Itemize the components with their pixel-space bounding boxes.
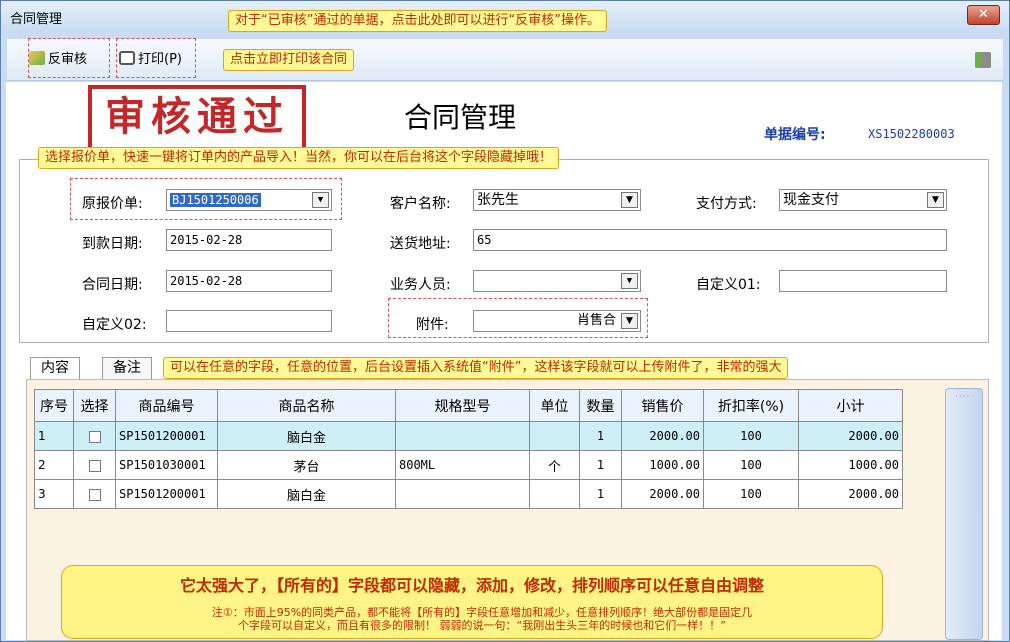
table-row[interactable]: 1 SP1501200001 脑白金 1 2000.00 100 2000.00 [34, 421, 903, 451]
customer-select[interactable]: 张先生 ▼ [473, 189, 641, 211]
payment-value: 现金支付 [783, 192, 839, 208]
cell-name: 茅台 [217, 450, 396, 480]
cell-subtotal: 2000.00 [798, 479, 903, 509]
cell-unit [529, 421, 580, 451]
feature-note: 它太强大了，【所有的】字段都可以隐藏，添加，修改，排列顺序可以任意自由调整 注①… [61, 565, 883, 639]
quote-value: BJ1501250006 [170, 193, 261, 207]
attachment-field[interactable]: 肖售合 ▼ [473, 310, 641, 332]
cell-spec [395, 421, 530, 451]
cell-unit [529, 479, 580, 509]
cell-unit: 个 [529, 450, 580, 480]
cell-discount: 100 [703, 450, 799, 480]
window-title: 合同管理 [10, 12, 63, 27]
cell-qty: 1 [579, 450, 622, 480]
col-header-unit[interactable]: 单位 [529, 389, 580, 422]
quote-select[interactable]: BJ1501250006 ▼ [166, 189, 332, 211]
table-row[interactable]: 3 SP1501200001 脑白金 1 2000.00 100 2000.00 [34, 479, 903, 509]
unreview-callout: 对于“已审核”通过的单据，点击此处即可以进行“反审核”操作。 [228, 10, 607, 32]
address-label: 送货地址: [390, 236, 451, 252]
page-title: 合同管理 [404, 101, 517, 134]
col-header-subtotal[interactable]: 小计 [798, 389, 903, 422]
exit-icon[interactable] [975, 52, 991, 68]
feature-note-line2: 个字段可以自定义，而且有很多的限制！ 弱弱的说一句：“我刚出生头三年的时候也和它… [238, 619, 726, 632]
cell-discount: 100 [703, 421, 799, 451]
quote-callout: 选择报价单，快速一键将订单内的产品导入！当然，你可以在后台将这个字段隐藏掉哦！ [38, 147, 560, 169]
col-header-discount[interactable]: 折扣率(%) [703, 389, 799, 422]
vertical-scrollbar[interactable]: ···· [945, 388, 983, 640]
contract-date-label: 合同日期: [82, 277, 143, 293]
chevron-down-icon[interactable]: ▼ [621, 192, 638, 208]
address-field[interactable]: 65 [473, 229, 947, 251]
print-highlight [116, 38, 196, 78]
col-header-select[interactable]: 选择 [73, 389, 116, 422]
custom02-label: 自定义02: [82, 317, 147, 333]
due-date-label: 到款日期: [82, 236, 143, 252]
cell-discount: 100 [703, 479, 799, 509]
cell-spec [395, 479, 530, 509]
contract-date-field[interactable]: 2015-02-28 [166, 270, 332, 292]
cell-price: 1000.00 [621, 450, 704, 480]
col-header-spec[interactable]: 规格型号 [395, 389, 530, 422]
scroll-grip[interactable]: ···· [955, 392, 970, 402]
checkbox-icon[interactable] [88, 459, 101, 472]
cell-no: 3 [34, 479, 74, 509]
table-row[interactable]: 2 SP1501030001 茅台 800ML 个 1 1000.00 100 … [34, 450, 903, 480]
cell-subtotal: 2000.00 [798, 421, 903, 451]
feature-note-title: 它太强大了，【所有的】字段都可以隐藏，添加，修改，排列顺序可以任意自由调整 [179, 576, 764, 595]
quote-label: 原报价单: [82, 196, 143, 212]
cell-code: SP1501200001 [115, 421, 218, 451]
col-header-code[interactable]: 商品编号 [115, 389, 218, 422]
feature-note-line1: 注①：市面上95%的同类产品，都不能将【所有的】字段任意增加和减少，任意排列顺序… [211, 606, 753, 619]
product-table: 序号 选择 商品编号 商品名称 规格型号 单位 数量 销售价 折扣率(%) 小计… [34, 389, 903, 509]
doc-number-label: 单据编号: [764, 127, 826, 143]
tab-remarks[interactable]: 备注 [102, 357, 152, 379]
row-checkbox[interactable] [73, 450, 116, 480]
unreview-highlight [28, 38, 110, 78]
cell-spec: 800ML [395, 450, 530, 480]
print-callout: 点击立即打印该合同 [223, 49, 355, 71]
col-header-price[interactable]: 销售价 [621, 389, 704, 422]
custom01-field[interactable] [779, 270, 947, 292]
checkbox-icon[interactable] [88, 488, 101, 501]
custom01-label: 自定义01: [696, 277, 761, 293]
col-header-name[interactable]: 商品名称 [217, 389, 396, 422]
close-button[interactable]: ✕ [967, 5, 1000, 25]
attachment-label: 附件: [416, 317, 449, 333]
attachment-value: 肖售合 [576, 313, 616, 328]
salesperson-label: 业务人员: [390, 277, 451, 293]
chevron-down-icon[interactable]: ▼ [312, 192, 329, 208]
cell-price: 2000.00 [621, 479, 704, 509]
custom02-field[interactable] [166, 310, 332, 332]
cell-price: 2000.00 [621, 421, 704, 451]
cell-name: 脑白金 [217, 421, 396, 451]
cell-qty: 1 [579, 479, 622, 509]
row-checkbox[interactable] [73, 421, 116, 451]
table-header-row: 序号 选择 商品编号 商品名称 规格型号 单位 数量 销售价 折扣率(%) 小计 [34, 389, 903, 422]
doc-number-value: XS1502280003 [868, 127, 955, 141]
tab-content[interactable]: 内容 [30, 357, 80, 379]
col-header-no[interactable]: 序号 [34, 389, 74, 422]
payment-label: 支付方式: [696, 196, 757, 212]
cell-name: 脑白金 [217, 479, 396, 509]
cell-no: 1 [34, 421, 74, 451]
chevron-down-icon[interactable]: ▼ [927, 192, 944, 208]
cell-qty: 1 [579, 421, 622, 451]
customer-label: 客户名称: [390, 196, 451, 212]
cell-subtotal: 1000.00 [798, 450, 903, 480]
cell-code: SP1501200001 [115, 479, 218, 509]
checkbox-icon[interactable] [88, 430, 101, 443]
salesperson-select[interactable]: ▼ [473, 270, 641, 292]
chevron-down-icon[interactable]: ▼ [621, 313, 638, 329]
payment-select[interactable]: 现金支付 ▼ [779, 189, 947, 211]
attachment-callout: 可以在任意的字段，任意的位置，后台设置插入系统值“附件”，这样该字段就可以上传附… [163, 357, 789, 379]
col-header-qty[interactable]: 数量 [579, 389, 622, 422]
chevron-down-icon[interactable]: ▼ [621, 273, 638, 289]
approved-stamp: 审核通过 [88, 85, 306, 151]
cell-no: 2 [34, 450, 74, 480]
feature-note-detail: 注①：市面上95%的同类产品，都不能将【所有的】字段任意增加和减少，任意排列顺序… [132, 606, 832, 632]
cell-code: SP1501030001 [115, 450, 218, 480]
due-date-field[interactable]: 2015-02-28 [166, 229, 332, 251]
row-checkbox[interactable] [73, 479, 116, 509]
customer-value: 张先生 [477, 192, 519, 208]
